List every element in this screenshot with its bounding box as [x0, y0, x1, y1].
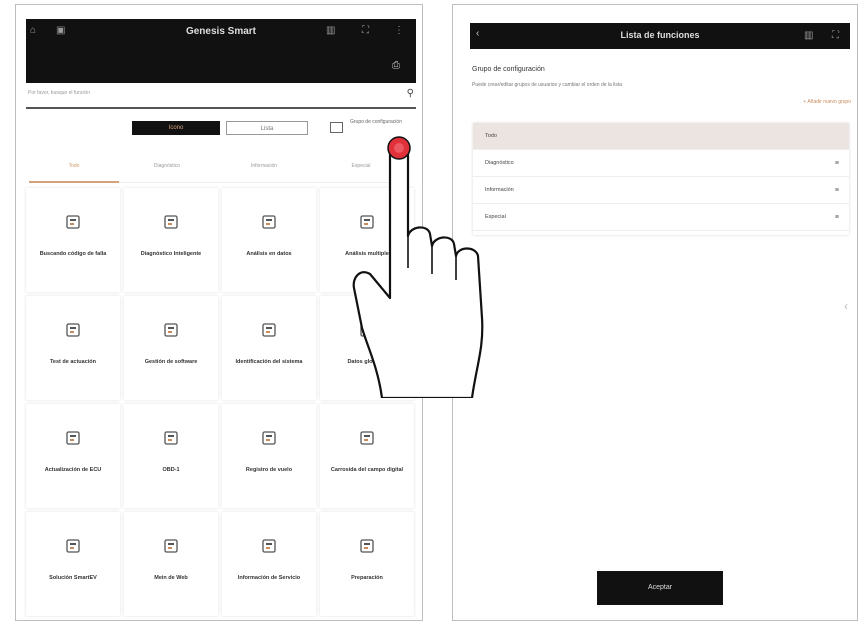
- function-tile[interactable]: Test de actuación: [26, 296, 120, 400]
- app-header: ⌂ ▣ Genesis Smart ▥ ⛶ ⋮ ⎙: [26, 19, 416, 83]
- drag-handle-icon[interactable]: ≡: [835, 187, 839, 194]
- function-tile[interactable]: Análisis en datos: [222, 188, 316, 292]
- function-tile-label: Diagnóstico Inteligente: [140, 251, 202, 257]
- tab-informacion[interactable]: Información: [219, 163, 309, 169]
- add-group-link[interactable]: + Añadir nuevo grupo: [803, 99, 851, 105]
- function-tile[interactable]: Actualización de ECU: [26, 404, 120, 508]
- tab-diagnostico[interactable]: Diagnóstico: [122, 163, 212, 169]
- function-tile-label: Solución SmartEV: [49, 575, 97, 581]
- config-group-label: Grupo de configuración: [350, 119, 402, 125]
- function-tile-label: Actualización de ECU: [44, 467, 102, 473]
- function-tile-label: Gestión de software: [144, 359, 198, 365]
- gallery-icon[interactable]: ▥: [326, 26, 335, 36]
- function-list-screen: ‹ Lista de funciones ▥ ⛶ Grupo de config…: [452, 4, 858, 621]
- function-tile-label: Registro de vuelo: [245, 467, 293, 473]
- obd-icon: [163, 430, 179, 446]
- function-tile[interactable]: Identificación del sistema: [222, 296, 316, 400]
- printer-icon[interactable]: ⎙: [392, 61, 400, 71]
- function-tile[interactable]: Carrosida del campo digital: [320, 404, 414, 508]
- smartev-icon: [65, 538, 81, 554]
- function-tile-label: Información de Servicio: [237, 575, 301, 581]
- flight-record-icon: [261, 430, 277, 446]
- more-icon[interactable]: ⋮: [394, 26, 404, 36]
- group-row[interactable]: Todo: [473, 123, 849, 150]
- function-tile[interactable]: Gestión de software: [124, 296, 218, 400]
- active-tab-indicator: [29, 181, 119, 183]
- search-input[interactable]: Por favor, busque el función ⚲: [26, 85, 416, 109]
- function-tile-label: Mein de Web: [154, 575, 188, 581]
- function-tile-label: Carrosida del campo digital: [330, 467, 404, 473]
- section-title: Grupo de configuración: [472, 66, 545, 73]
- group-list: Todo Diagnóstico ≡ Información ≡ Especial ≡: [473, 123, 849, 235]
- ecu-update-icon: [65, 430, 81, 446]
- list-title: Lista de funciones: [620, 30, 700, 40]
- search-icon[interactable]: ⚲: [407, 88, 414, 99]
- expand-icon[interactable]: ⛶: [362, 26, 369, 36]
- list-view-button[interactable]: Lista: [226, 121, 308, 135]
- icon-view-button[interactable]: Icono: [132, 121, 220, 135]
- smart-diagnosis-icon: [163, 214, 179, 230]
- group-row[interactable]: Información ≡: [473, 177, 849, 204]
- side-pull-icon[interactable]: ‹: [844, 299, 848, 313]
- system-id-icon: [261, 322, 277, 338]
- config-group-icon: [330, 122, 343, 133]
- tab-todo[interactable]: Todo: [29, 163, 119, 169]
- data-analysis-icon: [261, 214, 277, 230]
- accept-button[interactable]: Aceptar: [597, 571, 723, 605]
- group-row[interactable]: Diagnóstico ≡: [473, 150, 849, 177]
- section-description: Puede crear/editar grupos de usuarios y …: [472, 82, 623, 88]
- actuation-test-icon: [65, 322, 81, 338]
- function-tile[interactable]: Registro de vuelo: [222, 404, 316, 508]
- drag-handle-icon[interactable]: ≡: [835, 214, 839, 221]
- software-icon: [163, 322, 179, 338]
- preparation-icon: [359, 538, 375, 554]
- function-tile-label: Análisis en datos: [246, 251, 292, 257]
- function-tile[interactable]: Diagnóstico Inteligente: [124, 188, 218, 292]
- gallery-icon[interactable]: ▥: [804, 31, 813, 41]
- function-tile[interactable]: Solución SmartEV: [26, 512, 120, 616]
- search-placeholder: Por favor, busque el función: [28, 90, 90, 96]
- service-info-icon: [261, 538, 277, 554]
- drag-handle-icon[interactable]: ≡: [835, 160, 839, 167]
- list-header: ‹ Lista de funciones ▥ ⛶: [470, 23, 850, 49]
- expand-icon[interactable]: ⛶: [832, 31, 839, 41]
- function-tile-label: Identificación del sistema: [235, 359, 303, 365]
- function-tile-label: Test de actuación: [49, 359, 97, 365]
- tap-gesture-hand-icon: [352, 136, 484, 398]
- function-tile[interactable]: Buscando código de falla: [26, 188, 120, 292]
- function-tile-label: Preparación: [351, 575, 383, 581]
- function-tile[interactable]: Información de Servicio: [222, 512, 316, 616]
- app-title: Genesis Smart: [185, 26, 257, 37]
- function-tile[interactable]: Preparación: [320, 512, 414, 616]
- web-icon: [163, 538, 179, 554]
- digital-field-icon: [359, 430, 375, 446]
- group-row[interactable]: Especial ≡: [473, 204, 849, 231]
- function-tile[interactable]: OBD-1: [124, 404, 218, 508]
- dtc-search-icon: [65, 214, 81, 230]
- function-tile-label: OBD-1: [162, 467, 180, 473]
- function-tile-label: Buscando código de falla: [39, 251, 107, 257]
- function-tile[interactable]: Mein de Web: [124, 512, 218, 616]
